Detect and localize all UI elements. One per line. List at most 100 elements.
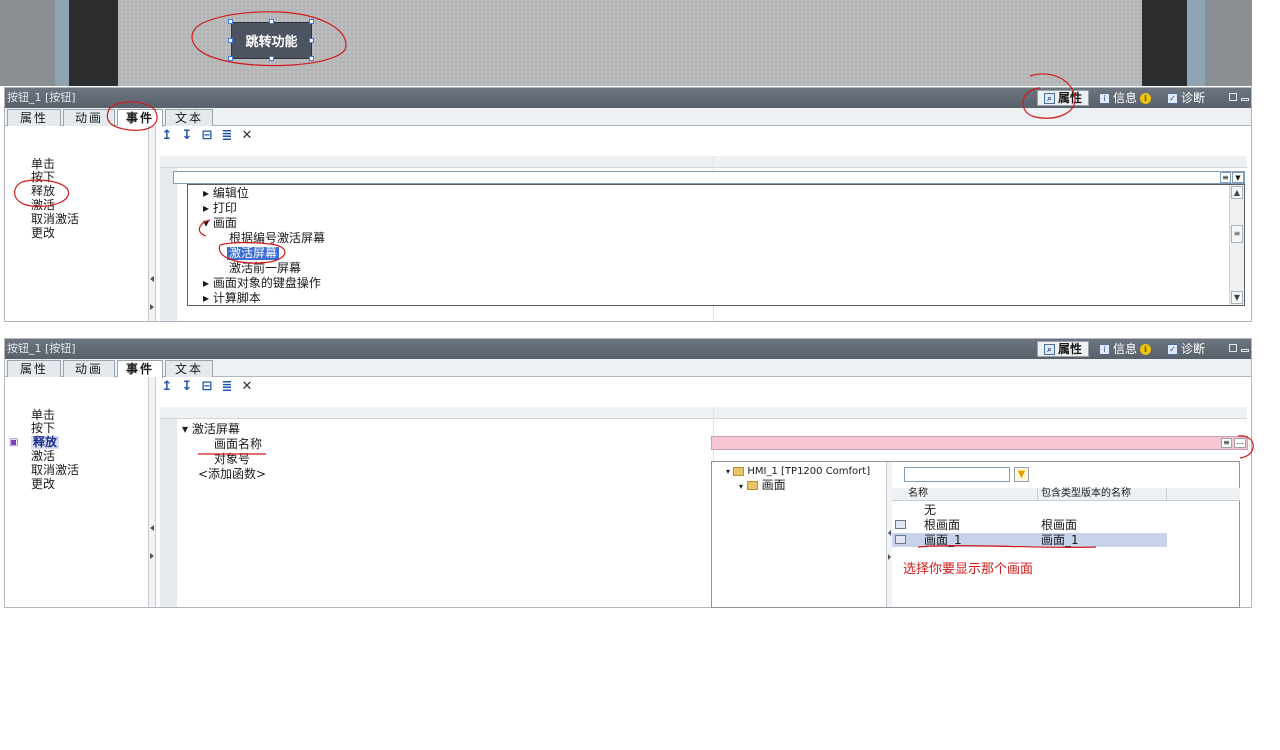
function-search-input[interactable]: ≡ ▼ <box>173 171 1245 184</box>
resize-handle[interactable] <box>228 38 233 43</box>
list-item[interactable]: ▸ 计算脚本 <box>203 292 261 305</box>
resize-handle[interactable] <box>228 19 233 24</box>
inspector-tab-label: 诊断 <box>1180 342 1205 356</box>
table-row[interactable]: 根画面 根画面 <box>892 518 1240 532</box>
filter-funnel-icon[interactable]: ▼ <box>1014 467 1029 482</box>
table-row[interactable]: 无 <box>892 503 1240 517</box>
scroll-up-icon[interactable]: ▲ <box>1231 186 1243 199</box>
inspector-tab-info[interactable]: i 信息 i <box>1093 341 1157 357</box>
expand-arrow-icon: ▸ <box>203 291 213 305</box>
event-item-activate[interactable]: 激活 <box>31 199 55 212</box>
tree-node-root[interactable]: ▾ HMI_1 [TP1200 Comfort] <box>726 465 870 478</box>
move-down-icon[interactable]: ↧ <box>180 129 194 143</box>
scroll-thumb[interactable]: ≡ <box>1231 225 1243 243</box>
event-item-release[interactable]: 释放 <box>31 185 55 198</box>
tab-animation[interactable]: 动画 <box>63 109 115 126</box>
collapse-arrow-icon: ▾ <box>182 422 192 436</box>
list-item[interactable]: ▾ 画面 <box>203 217 237 230</box>
list-item-selected[interactable]: 激活屏幕 <box>227 247 280 260</box>
collapse-all-icon[interactable]: ⊟ <box>200 380 214 394</box>
list-item[interactable]: ▸ 编辑位 <box>203 187 249 200</box>
expand-right-icon[interactable] <box>150 553 154 559</box>
resize-handle[interactable] <box>269 56 274 61</box>
scroll-down-icon[interactable]: ▼ <box>1231 291 1243 304</box>
delete-icon[interactable]: ✕ <box>240 380 254 394</box>
row-gutter <box>160 419 177 607</box>
event-item-change[interactable]: 更改 <box>31 478 55 491</box>
browse-ellipsis-icon[interactable]: … <box>1234 438 1246 448</box>
list-item-label: 画面对象的键盘操作 <box>212 276 321 290</box>
function-row[interactable]: ▾ 激活屏幕 <box>182 423 240 436</box>
event-item-change[interactable]: 更改 <box>31 227 55 240</box>
list-item[interactable]: 激活前一屏幕 <box>229 262 301 275</box>
collapse-left-icon[interactable] <box>150 276 154 282</box>
list-item[interactable]: ▸ 画面对象的键盘操作 <box>203 277 321 290</box>
row-gutter <box>160 168 177 321</box>
list-view-icon[interactable]: ≣ <box>220 380 234 394</box>
event-configured-icon: ▣ <box>9 437 19 448</box>
list-item[interactable]: 根据编号激活屏幕 <box>229 232 325 245</box>
list-view-icon[interactable]: ≣ <box>220 129 234 143</box>
restore-window-icon[interactable] <box>1229 344 1237 352</box>
property-tabs: 属性 动画 事件 文本 <box>5 359 1251 378</box>
inspector-tab-diagnostics[interactable]: ✓ 诊断 <box>1161 341 1211 357</box>
hmi-jump-button[interactable]: 跳转功能 <box>231 22 312 59</box>
resize-handle[interactable] <box>309 56 314 61</box>
inspector-tab-info[interactable]: i 信息 i <box>1093 90 1157 106</box>
resize-handle[interactable] <box>309 19 314 24</box>
restore-window-icon[interactable] <box>1229 93 1237 101</box>
strip-bezel-accent-right <box>1187 0 1205 86</box>
inspector-tab-properties[interactable]: ⌕ 属性 <box>1036 90 1089 106</box>
column-header-name[interactable]: 名称 <box>908 488 928 500</box>
move-up-icon[interactable]: ↥ <box>160 129 174 143</box>
minimize-window-icon[interactable] <box>1241 98 1249 101</box>
collapse-left-icon[interactable] <box>150 525 154 531</box>
move-up-icon[interactable]: ↥ <box>160 380 174 394</box>
project-tree: ▾ HMI_1 [TP1200 Comfort] ▾ 画面 <box>712 462 887 607</box>
resize-handle[interactable] <box>269 19 274 24</box>
collapse-all-icon[interactable]: ⊟ <box>200 129 214 143</box>
expand-right-icon[interactable] <box>150 304 154 310</box>
event-item-press[interactable]: 按下 <box>31 171 55 184</box>
tab-events[interactable]: 事件 <box>117 360 163 378</box>
event-item-activate[interactable]: 激活 <box>31 450 55 463</box>
function-dropdown-list: ▸ 编辑位 ▸ 打印 ▾ 画面 根据编号激活屏幕 激活屏幕 激活前一屏幕 ▸ 画… <box>187 184 1245 306</box>
list-item[interactable]: ▸ 打印 <box>203 202 237 215</box>
delete-icon[interactable]: ✕ <box>240 129 254 143</box>
expand-right-icon[interactable] <box>888 554 891 560</box>
resize-handle[interactable] <box>309 38 314 43</box>
list-item-label: 打印 <box>212 201 237 215</box>
event-toolbar: ↥ ↧ ⊟ ≣ ✕ <box>160 128 254 144</box>
tab-text[interactable]: 文本 <box>165 360 213 377</box>
list-mode-icon[interactable]: ≡ <box>1221 438 1232 448</box>
resize-handle[interactable] <box>228 56 233 61</box>
collapse-arrow-icon: ▾ <box>203 216 213 230</box>
event-item-release[interactable]: ▣ 释放 <box>9 436 60 449</box>
tab-text[interactable]: 文本 <box>165 109 213 126</box>
tab-animation[interactable]: 动画 <box>63 360 115 377</box>
move-down-icon[interactable]: ↧ <box>180 380 194 394</box>
panel-title: 按钮_1 [按钮] <box>7 342 76 355</box>
tab-properties[interactable]: 属性 <box>7 109 61 126</box>
minimize-window-icon[interactable] <box>1241 349 1249 352</box>
column-header-type[interactable]: 包含类型版本的名称 <box>1041 488 1131 500</box>
event-item-deactivate[interactable]: 取消激活 <box>31 213 79 226</box>
tab-properties[interactable]: 属性 <box>7 360 61 377</box>
table-row-selected[interactable]: 画面_1 画面_1 <box>892 533 1167 547</box>
tab-events[interactable]: 事件 <box>117 109 163 127</box>
panel-splitter[interactable] <box>149 377 156 607</box>
list-mode-icon[interactable]: ≡ <box>1220 172 1231 183</box>
tree-node-screens[interactable]: ▾ 画面 <box>739 479 786 493</box>
screen-filter-input[interactable] <box>904 467 1010 482</box>
inspector-tab-properties[interactable]: ⌕ 属性 <box>1036 341 1089 357</box>
tab-label: 文本 <box>174 362 203 376</box>
dropdown-scrollbar[interactable]: ▲ ≡ ▼ <box>1229 185 1244 305</box>
event-item-press[interactable]: 按下 <box>31 422 55 435</box>
chevron-down-icon[interactable]: ▼ <box>1232 172 1244 183</box>
screen-name-field[interactable]: ≡ … <box>711 436 1248 450</box>
event-item-deactivate[interactable]: 取消激活 <box>31 464 79 477</box>
add-function-link[interactable]: <添加函数> <box>198 468 266 481</box>
inspector-tab-diagnostics[interactable]: ✓ 诊断 <box>1161 90 1211 106</box>
panel-splitter[interactable] <box>149 126 156 321</box>
collapse-left-icon[interactable] <box>888 530 891 536</box>
